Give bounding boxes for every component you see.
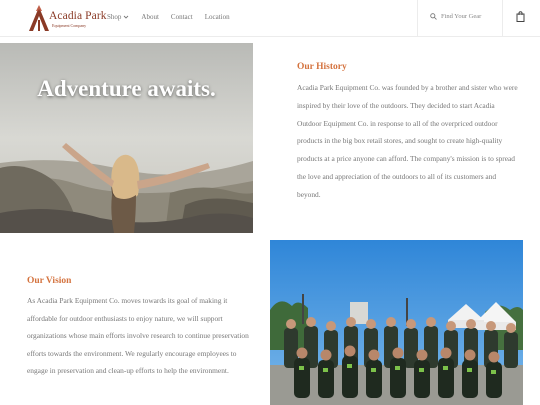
vision-body: As Acadia Park Equipment Co. moves towar…	[27, 296, 249, 376]
history-body: Acadia Park Equipment Co. was founded by…	[297, 83, 518, 199]
nav-item-label: Contact	[170, 13, 193, 21]
logo-mark-icon	[29, 5, 49, 31]
vision-title: Our Vision	[27, 276, 72, 286]
history-title: Our History	[297, 62, 347, 72]
nav-item-label: Location	[204, 13, 230, 21]
search-field[interactable]: Find Your Gear	[430, 13, 481, 20]
search-placeholder: Find Your Gear	[441, 13, 482, 20]
team-photo-image	[270, 240, 523, 405]
team-photo	[270, 240, 523, 405]
nav-item-contact[interactable]: Contact	[171, 13, 193, 21]
site-header: Acadia Park Equipment Company Shop About…	[0, 0, 540, 37]
search-icon	[430, 13, 437, 20]
logo[interactable]: Acadia Park Equipment Company	[27, 5, 107, 32]
shopping-bag-icon[interactable]	[516, 11, 525, 22]
header-divider	[417, 0, 418, 37]
header-divider	[502, 0, 503, 37]
main-nav: Shop About Contact Location	[107, 13, 230, 21]
nav-item-about[interactable]: About	[141, 13, 159, 21]
chevron-down-icon	[124, 15, 129, 19]
nav-item-shop[interactable]: Shop	[107, 13, 129, 21]
nav-item-label: Shop	[107, 13, 122, 21]
hero-title: Adventure awaits.	[37, 76, 216, 101]
logo-subtitle: Equipment Company	[52, 23, 87, 28]
nav-item-label: About	[141, 13, 159, 21]
nav-item-location[interactable]: Location	[205, 13, 230, 21]
logo-name: Acadia Park	[49, 10, 107, 22]
hero-photo	[0, 43, 253, 233]
hero-image: Adventure awaits.	[0, 43, 253, 233]
